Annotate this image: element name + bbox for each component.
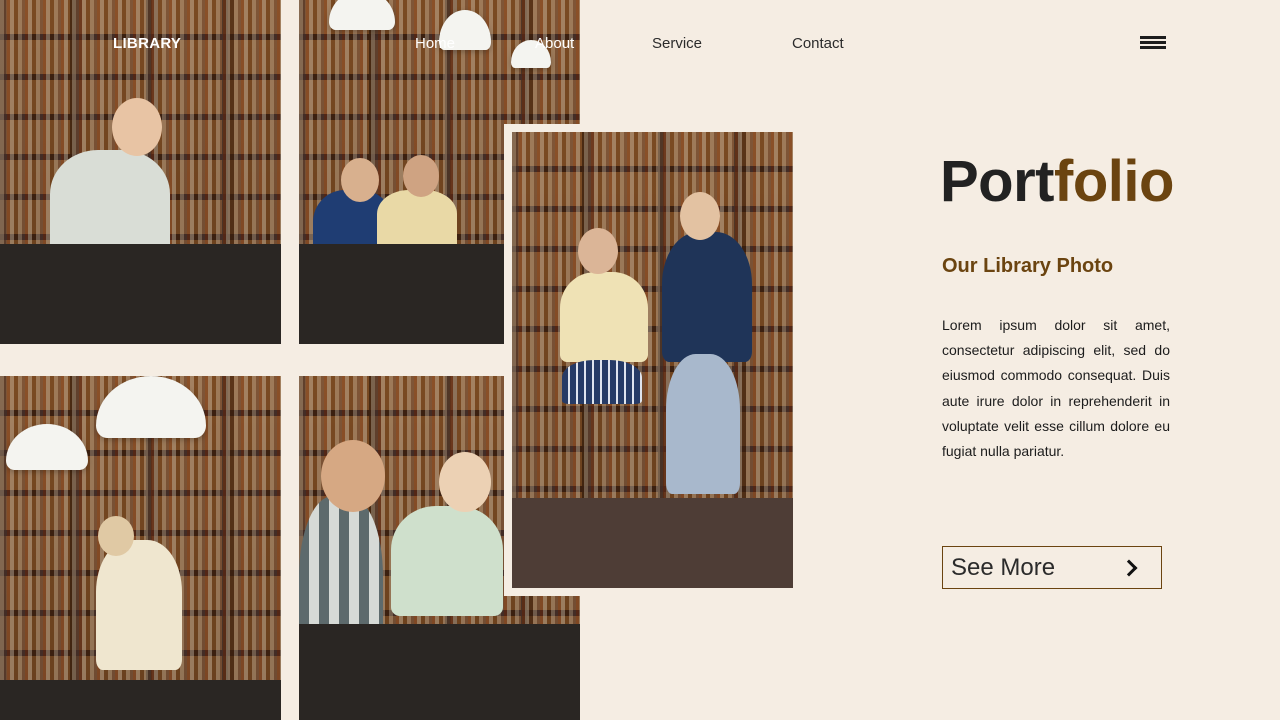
person-head bbox=[112, 98, 162, 156]
ceiling-lamp bbox=[329, 0, 395, 30]
library-table bbox=[0, 244, 281, 344]
see-more-button[interactable]: See More bbox=[942, 546, 1162, 589]
brand-logo[interactable]: LIBRARY bbox=[113, 35, 181, 52]
nav-home[interactable]: Home bbox=[415, 35, 455, 52]
floor bbox=[512, 498, 793, 588]
person-figure bbox=[666, 354, 740, 494]
person-figure bbox=[377, 190, 457, 250]
nav-about[interactable]: About bbox=[535, 35, 574, 52]
title-part-accent: folio bbox=[1054, 149, 1174, 214]
library-photo-shelf-browsing bbox=[0, 376, 281, 720]
hamburger-menu-icon[interactable] bbox=[1140, 36, 1166, 51]
title-part-dark: Port bbox=[940, 149, 1055, 214]
person-head bbox=[321, 440, 385, 512]
person-head bbox=[98, 516, 134, 556]
menu-line bbox=[1140, 41, 1166, 44]
nav-service[interactable]: Service bbox=[652, 35, 702, 52]
menu-line bbox=[1140, 36, 1166, 39]
person-head bbox=[439, 452, 491, 512]
person-figure bbox=[560, 272, 648, 362]
person-figure bbox=[662, 232, 752, 362]
person-figure bbox=[96, 540, 182, 670]
person-head bbox=[341, 158, 379, 202]
library-photo-featured-students bbox=[504, 124, 801, 596]
menu-line bbox=[1140, 46, 1166, 49]
person-head bbox=[578, 228, 618, 274]
person-figure bbox=[391, 506, 503, 616]
library-table bbox=[299, 624, 580, 720]
nav-contact[interactable]: Contact bbox=[792, 35, 844, 52]
chevron-right-icon bbox=[1120, 559, 1138, 576]
person-figure bbox=[562, 360, 642, 404]
see-more-label: See More bbox=[951, 553, 1056, 581]
description-text: Lorem ipsum dolor sit amet, consectetur … bbox=[942, 317, 1170, 460]
person-head bbox=[680, 192, 720, 240]
person-head bbox=[403, 155, 439, 197]
library-table bbox=[0, 680, 281, 720]
page-title: Portfolio bbox=[940, 148, 1174, 215]
section-subtitle: Our Library Photo bbox=[942, 255, 1114, 277]
